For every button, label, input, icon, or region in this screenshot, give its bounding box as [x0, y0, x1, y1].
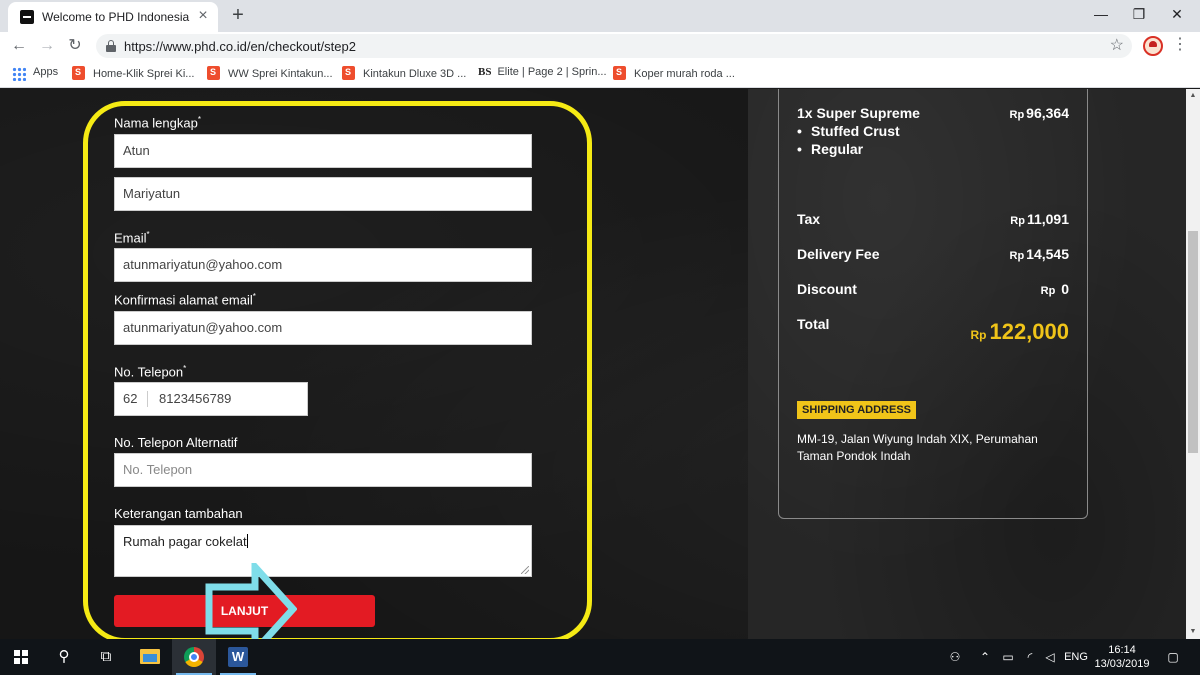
- tax-value: Rp 11,091: [1010, 211, 1069, 227]
- page-scrollbar[interactable]: ▲ ▼: [1186, 89, 1200, 639]
- bookmark-ww-sprei[interactable]: WW Sprei Kintakun...: [207, 66, 333, 82]
- scroll-down-icon[interactable]: ▼: [1186, 625, 1200, 639]
- option-text: Stuffed Crust: [811, 123, 900, 139]
- back-button[interactable]: ←: [8, 35, 30, 57]
- search-icon: ⚲: [58, 648, 70, 665]
- task-view-button[interactable]: ⧉: [84, 639, 128, 675]
- browser-toolbar: ← → ↻ https://www.phd.co.id/en/checkout/…: [0, 32, 1200, 60]
- item-option: • Stuffed Crust: [797, 123, 900, 139]
- profile-avatar[interactable]: [1143, 36, 1163, 56]
- bullet-icon: •: [797, 141, 802, 157]
- shop-icon: [72, 66, 85, 80]
- apps-grid-icon[interactable]: [12, 67, 26, 81]
- forward-button[interactable]: →: [36, 35, 58, 57]
- task-view-icon: ⧉: [100, 648, 112, 665]
- arrow-annotation-icon: [205, 563, 297, 639]
- bs-logo-icon: BS: [478, 66, 492, 78]
- search-button[interactable]: ⚲: [42, 639, 86, 675]
- bookmark-apps[interactable]: Apps: [33, 66, 58, 82]
- shipping-address-text: MM-19, Jalan Wiyung Indah XIX, Perumahan…: [797, 432, 1038, 463]
- scroll-thumb[interactable]: [1188, 231, 1198, 453]
- amount: 11,091: [1026, 211, 1069, 227]
- bookmark-kintakun-dluxe[interactable]: Kintakun Dluxe 3D ...: [342, 66, 466, 82]
- bookmark-label: Elite | Page 2 | Sprin...: [497, 66, 607, 78]
- start-button[interactable]: [0, 639, 44, 675]
- bookmark-label: Home-Klik Sprei Ki...: [93, 68, 195, 80]
- shipping-address-badge: SHIPPING ADDRESS: [797, 401, 917, 419]
- language-indicator[interactable]: ENG: [1062, 639, 1090, 675]
- file-explorer-button[interactable]: [128, 639, 172, 675]
- bookmark-label: WW Sprei Kintakun...: [228, 68, 333, 80]
- bullet-icon: •: [797, 123, 802, 139]
- bookmark-label: Koper murah roda ...: [634, 68, 735, 80]
- new-tab-button[interactable]: +: [228, 3, 248, 27]
- windows-taskbar: ⚲ ⧉ W ⚇ ⌃ ▭ ◜ ◁ ENG 16:14 13/03/2019 ▢: [0, 639, 1200, 675]
- volume-icon[interactable]: ◁: [1040, 639, 1060, 675]
- clock-time: 16:14: [1108, 644, 1136, 656]
- currency-label: Rp: [1009, 109, 1025, 121]
- chrome-icon: [184, 647, 204, 667]
- browser-tab-strip: Welcome to PHD Indonesia × + — ❐ ✕: [0, 0, 1200, 32]
- currency-label: Rp: [1010, 215, 1025, 227]
- chrome-taskbar-button[interactable]: [172, 639, 216, 675]
- site-favicon-icon: [20, 10, 34, 24]
- tab-title: Welcome to PHD Indonesia: [42, 10, 190, 24]
- amount: 122,000: [989, 319, 1069, 344]
- shop-icon: [342, 66, 355, 80]
- notification-icon[interactable]: ▢: [1160, 639, 1186, 675]
- bookmarks-bar: Apps Home-Klik Sprei Ki... WW Sprei Kint…: [0, 60, 1200, 88]
- file-explorer-icon: [140, 649, 160, 664]
- order-summary-panel: 1x Super Supreme Rp 96,364 • Stuffed Crust…: [778, 89, 1088, 519]
- word-icon: W: [228, 647, 248, 667]
- address-bar[interactable]: https://www.phd.co.id/en/checkout/step2 …: [96, 34, 1132, 58]
- close-window-button[interactable]: ✕: [1154, 0, 1200, 30]
- discount-label: Discount: [797, 281, 857, 297]
- bookmark-koper[interactable]: Koper murah roda ...: [613, 66, 735, 82]
- option-text: Regular: [811, 141, 864, 157]
- clock-date: 13/03/2019: [1094, 658, 1150, 670]
- bookmark-elite[interactable]: BS Elite | Page 2 | Sprin...: [478, 66, 607, 82]
- shop-icon: [207, 66, 220, 80]
- item-line: 1x Super Supreme: [797, 105, 920, 121]
- reload-button[interactable]: ↻: [64, 35, 86, 57]
- system-clock[interactable]: 16:14 13/03/2019: [1090, 643, 1154, 671]
- windows-logo-icon: [14, 650, 28, 664]
- bookmark-home-klik[interactable]: Home-Klik Sprei Ki...: [72, 66, 194, 82]
- tax-label: Tax: [797, 211, 821, 227]
- bookmark-star-icon[interactable]: ☆: [1110, 35, 1124, 55]
- scroll-up-icon[interactable]: ▲: [1186, 89, 1200, 103]
- amount: 96,364: [1026, 105, 1069, 121]
- currency-label: Rp: [970, 328, 987, 342]
- people-icon[interactable]: ⚇: [944, 639, 966, 675]
- browser-tab[interactable]: Welcome to PHD Indonesia ×: [8, 2, 218, 32]
- item-price: Rp 96,364: [1010, 105, 1070, 121]
- tab-close-icon[interactable]: ×: [194, 7, 212, 25]
- item-option: • Regular: [797, 141, 863, 157]
- yellow-highlight-annotation: [83, 101, 592, 639]
- lock-icon[interactable]: [106, 40, 116, 52]
- total-label: Total: [797, 316, 830, 332]
- currency-label: Rp: [1009, 250, 1025, 262]
- url-text[interactable]: https://www.phd.co.id/en/checkout/step2: [124, 39, 356, 54]
- amount: 14,545: [1026, 246, 1069, 262]
- browser-menu-icon[interactable]: ⋮: [1172, 34, 1188, 56]
- delivery-fee-label: Delivery Fee: [797, 246, 880, 262]
- battery-icon[interactable]: ▭: [998, 639, 1018, 675]
- amount: 0: [1061, 281, 1069, 297]
- bookmark-label: Kintakun Dluxe 3D ...: [363, 68, 467, 80]
- shop-icon: [613, 66, 626, 80]
- currency-label: Rp: [1040, 285, 1056, 297]
- total-value: Rp 122,000: [970, 319, 1069, 345]
- checkout-page: Nama lengkap* Atun Mariyatun Email* atun…: [0, 89, 1186, 639]
- discount-value: Rp 0: [1041, 281, 1069, 297]
- word-taskbar-button[interactable]: W: [216, 639, 260, 675]
- delivery-fee-value: Rp 14,545: [1010, 246, 1070, 262]
- wifi-icon[interactable]: ◜: [1020, 639, 1040, 675]
- tray-chevron-icon[interactable]: ⌃: [976, 639, 994, 675]
